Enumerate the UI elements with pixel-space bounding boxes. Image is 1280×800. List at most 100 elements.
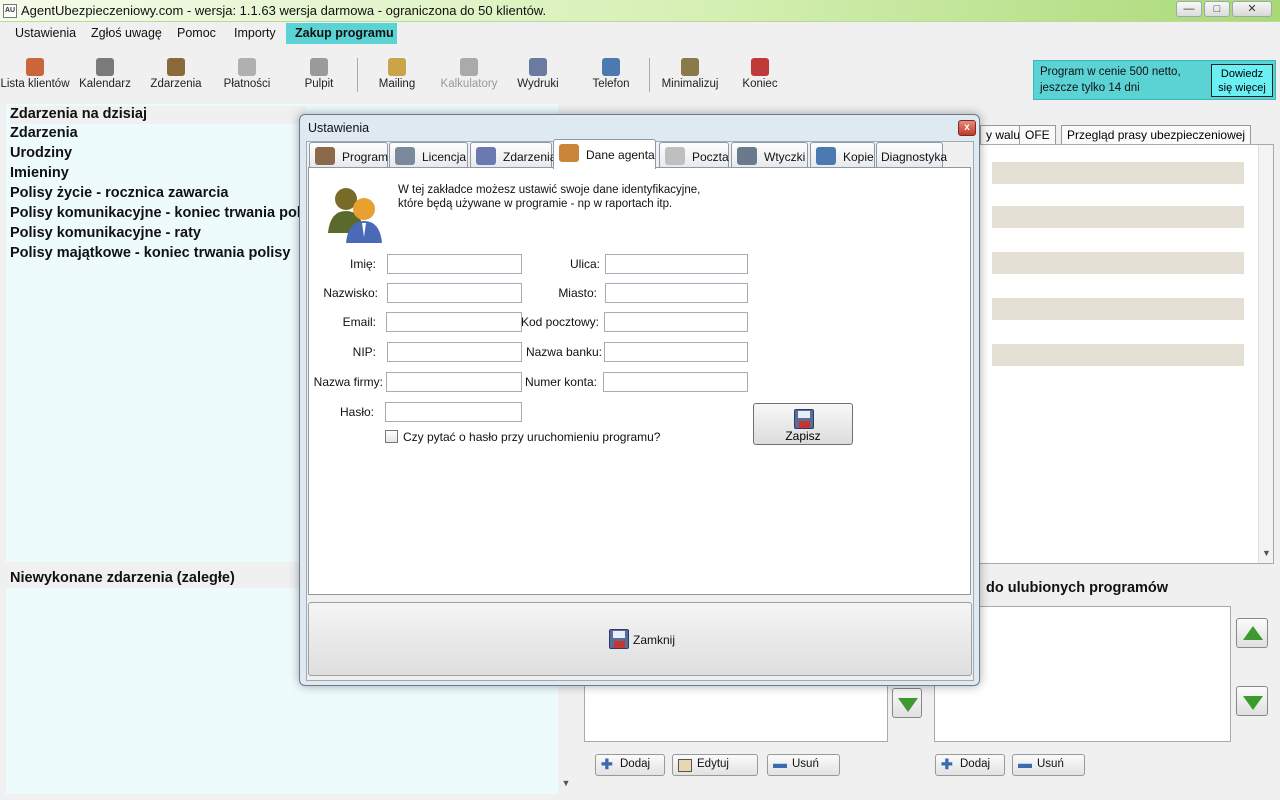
- scroll-down-arrow[interactable]: ▼: [558, 778, 574, 796]
- toolbar-printer-button[interactable]: Wydruki: [503, 58, 573, 90]
- mail-icon: [388, 58, 406, 76]
- menu-ustawienia[interactable]: Ustawienia: [15, 26, 76, 40]
- dialog-tab-wtyczki[interactable]: Wtyczki: [731, 142, 808, 168]
- toolbar-minimize-button[interactable]: Minimalizuj: [655, 58, 725, 90]
- move-down-button[interactable]: [1236, 686, 1268, 716]
- menu-zglos-uwage[interactable]: Zgłoś uwagę: [91, 26, 162, 40]
- add-favorite-button[interactable]: ✚ Dodaj: [935, 754, 1005, 776]
- toolbar-mail-button[interactable]: Mailing: [362, 58, 432, 90]
- tab-przeglad-prasy[interactable]: Przegląd prasy ubezpieczeniowej: [1061, 125, 1252, 145]
- event-category-polisy-komunikacyjne-koniec[interactable]: Polisy komunikacyjne - koniec trwania po…: [10, 205, 301, 221]
- first-name-label: Imię:: [349, 257, 376, 271]
- menu-zakup-programu[interactable]: Zakup programu: [286, 23, 397, 44]
- tab-ofe[interactable]: OFE: [1019, 125, 1056, 145]
- toolbar-calendar-button[interactable]: Kalendarz: [70, 58, 140, 90]
- edit-button[interactable]: Edytuj: [672, 754, 758, 776]
- bank-name-input[interactable]: [604, 342, 748, 362]
- remove-favorite-button-label: Usuń: [1037, 758, 1064, 770]
- menu-importy[interactable]: Importy: [234, 26, 276, 40]
- close-window-button[interactable]: ✕: [1232, 1, 1272, 17]
- company-name-input[interactable]: [386, 372, 522, 392]
- edit-button-label: Edytuj: [697, 758, 729, 770]
- event-category-polisy-majatkowe[interactable]: Polisy majątkowe - koniec trwania polisy: [10, 245, 290, 261]
- account-number-input[interactable]: [603, 372, 748, 392]
- learn-more-line1: Dowiedz: [1220, 68, 1264, 80]
- street-input[interactable]: [605, 254, 748, 274]
- learn-more-button[interactable]: Dowiedz się więcej: [1211, 64, 1273, 97]
- event-category-urodziny[interactable]: Urodziny: [10, 145, 72, 161]
- learn-more-line2: się więcej: [1218, 82, 1266, 94]
- account-number-label: Numer konta:: [524, 375, 597, 389]
- plus-icon: ✚: [601, 756, 613, 772]
- city-input[interactable]: [605, 283, 748, 303]
- pencil-icon: [315, 147, 335, 165]
- minimize-icon: [681, 58, 699, 76]
- add-favorite-button-label: Dodaj: [960, 758, 991, 770]
- window-title: AgentUbezpieczeniowy.com - wersja: 1.1.6…: [21, 3, 547, 18]
- save-button[interactable]: Zapisz: [753, 403, 853, 445]
- event-category-imieniny[interactable]: Imieniny: [10, 165, 69, 181]
- toolbar-exit-button[interactable]: Koniec: [725, 58, 795, 90]
- nip-input[interactable]: [387, 342, 522, 362]
- last-name-input[interactable]: [387, 283, 522, 303]
- dialog-tab-kopie[interactable]: Kopie: [810, 142, 875, 168]
- dialog-close-button[interactable]: x: [958, 120, 976, 136]
- document-icon: [238, 58, 256, 76]
- minus-icon: ▬: [1018, 755, 1032, 771]
- agent-icon: [559, 144, 579, 162]
- toolbar-phone-button[interactable]: Telefon: [576, 58, 646, 90]
- floppy-disk-icon: [794, 409, 814, 429]
- toolbar-button-label: Zdarzenia: [150, 78, 202, 90]
- scroll-down-arrow[interactable]: ▼: [1262, 548, 1271, 558]
- dialog-tab-dane-agenta[interactable]: Dane agenta: [553, 139, 656, 169]
- password-input[interactable]: [385, 402, 522, 422]
- calendar-icon: [96, 58, 114, 76]
- dialog-tab-poczta[interactable]: Poczta: [659, 142, 729, 168]
- vertical-scrollbar[interactable]: [1258, 145, 1273, 563]
- toolbar-clock-button[interactable]: Zdarzenia: [141, 58, 211, 90]
- email-input[interactable]: [386, 312, 522, 332]
- postal-code-input[interactable]: [604, 312, 748, 332]
- close-dialog-button[interactable]: Zamknij: [308, 602, 972, 676]
- event-category-polisy-zycie[interactable]: Polisy życie - rocznica zawarcia: [10, 185, 228, 201]
- toolbar-button-label: Płatności: [223, 78, 271, 90]
- move-up-button[interactable]: [1236, 618, 1268, 648]
- postal-code-label: Kod pocztowy:: [520, 315, 599, 329]
- agent-icon: [328, 188, 382, 243]
- add-button[interactable]: ✚ Dodaj: [595, 754, 665, 776]
- envelope-icon: [665, 147, 685, 165]
- event-category-polisy-komunikacyjne-raty[interactable]: Polisy komunikacyjne - raty: [10, 225, 201, 241]
- toolbar-document-button[interactable]: Płatności: [212, 58, 282, 90]
- dialog-tab-licencja[interactable]: Licencja: [389, 142, 468, 168]
- move-down-button[interactable]: [892, 688, 922, 718]
- toolbar-button-label: Pulpit: [304, 78, 334, 90]
- ask-password-checkbox[interactable]: [385, 430, 398, 443]
- content-row: [992, 162, 1244, 184]
- remove-favorite-button[interactable]: ▬ Usuń: [1012, 754, 1085, 776]
- first-name-input[interactable]: [387, 254, 522, 274]
- maximize-window-button[interactable]: □: [1204, 1, 1230, 17]
- today-events-heading: Zdarzenia na dzisiaj: [10, 106, 306, 124]
- toolbar-button-label: Kalendarz: [79, 78, 131, 90]
- add-button-label: Dodaj: [620, 758, 651, 770]
- ask-password-label[interactable]: Czy pytać o hasło przy uruchomieniu prog…: [403, 430, 660, 444]
- clients-icon: [26, 58, 44, 76]
- dialog-tab-program[interactable]: Program: [309, 142, 388, 168]
- dialog-tab-zdarzenia[interactable]: Zdarzenia: [470, 142, 556, 168]
- password-label: Hasło:: [339, 405, 374, 419]
- menu-bar: Ustawienia Zgłoś uwagę Pomoc Importy Zak…: [0, 22, 1280, 44]
- toolbar-clients-button[interactable]: Lista klientów: [0, 58, 70, 90]
- dialog-tab-diagnostyka[interactable]: Diagnostyka: [876, 142, 947, 168]
- close-dialog-label: Zamknij: [633, 633, 676, 647]
- content-row: [992, 344, 1244, 366]
- toolbar-desktop-button[interactable]: Pulpit: [284, 58, 354, 90]
- remove-button[interactable]: ▬ Usuń: [767, 754, 840, 776]
- minimize-window-button[interactable]: —: [1176, 1, 1202, 17]
- programs-list[interactable]: [584, 678, 888, 742]
- toolbar-separator: [649, 58, 650, 92]
- menu-pomoc[interactable]: Pomoc: [177, 26, 216, 40]
- arrow-down-icon: [898, 698, 918, 712]
- promo-banner: Program w cenie 500 netto, jeszcze tylko…: [1033, 60, 1276, 100]
- event-category-zdarzenia[interactable]: Zdarzenia: [10, 125, 78, 141]
- license-icon: [395, 147, 415, 165]
